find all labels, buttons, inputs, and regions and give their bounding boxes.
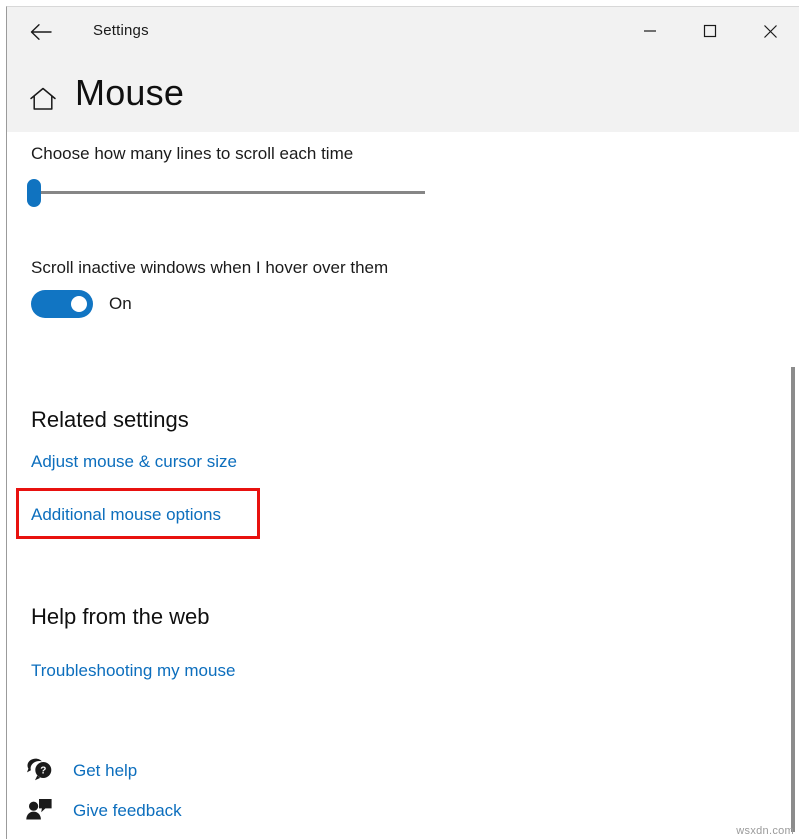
page-title: Mouse: [75, 72, 184, 114]
close-icon: [763, 24, 778, 39]
home-button[interactable]: [28, 85, 58, 115]
scrollbar-thumb[interactable]: [791, 367, 795, 832]
watermark: wsxdn.com: [736, 825, 794, 837]
scrollbar-track[interactable]: [788, 367, 798, 839]
close-button[interactable]: [740, 7, 799, 55]
maximize-button[interactable]: [680, 7, 740, 55]
settings-window: Settings: [6, 6, 799, 839]
title-bar: Settings: [7, 7, 799, 61]
footer-label-give-feedback[interactable]: Give feedback: [73, 801, 182, 821]
scroll-inactive-toggle[interactable]: [31, 290, 93, 318]
scroll-inactive-label: Scroll inactive windows when I hover ove…: [31, 258, 388, 278]
toggle-state-label: On: [109, 294, 132, 314]
back-button[interactable]: [21, 14, 61, 54]
screenshot-root: Settings: [0, 0, 800, 839]
scroll-lines-label: Choose how many lines to scroll each tim…: [31, 144, 353, 164]
minimize-icon: [643, 24, 657, 38]
scroll-lines-slider[interactable]: [27, 176, 427, 210]
link-additional-mouse-options[interactable]: Additional mouse options: [31, 505, 221, 525]
help-bubble-icon: ?: [25, 756, 53, 784]
window-controls: [620, 7, 799, 55]
window-title: Settings: [93, 22, 149, 39]
link-adjust-mouse-cursor-size[interactable]: Adjust mouse & cursor size: [31, 452, 237, 472]
slider-thumb[interactable]: [27, 179, 41, 207]
link-troubleshooting-my-mouse[interactable]: Troubleshooting my mouse: [31, 661, 235, 681]
related-settings-heading: Related settings: [31, 407, 189, 433]
help-from-web-heading: Help from the web: [31, 604, 210, 630]
slider-track[interactable]: [32, 191, 425, 194]
page-header: Mouse: [7, 61, 799, 132]
settings-content: Choose how many lines to scroll each tim…: [7, 132, 799, 839]
back-arrow-icon: [30, 23, 52, 46]
minimize-button[interactable]: [620, 7, 680, 55]
footer-label-get-help[interactable]: Get help: [73, 761, 137, 781]
svg-text:?: ?: [40, 766, 46, 777]
toggle-knob: [71, 296, 87, 312]
home-icon: [28, 100, 58, 117]
maximize-icon: [703, 24, 717, 38]
feedback-person-icon: [25, 796, 53, 824]
